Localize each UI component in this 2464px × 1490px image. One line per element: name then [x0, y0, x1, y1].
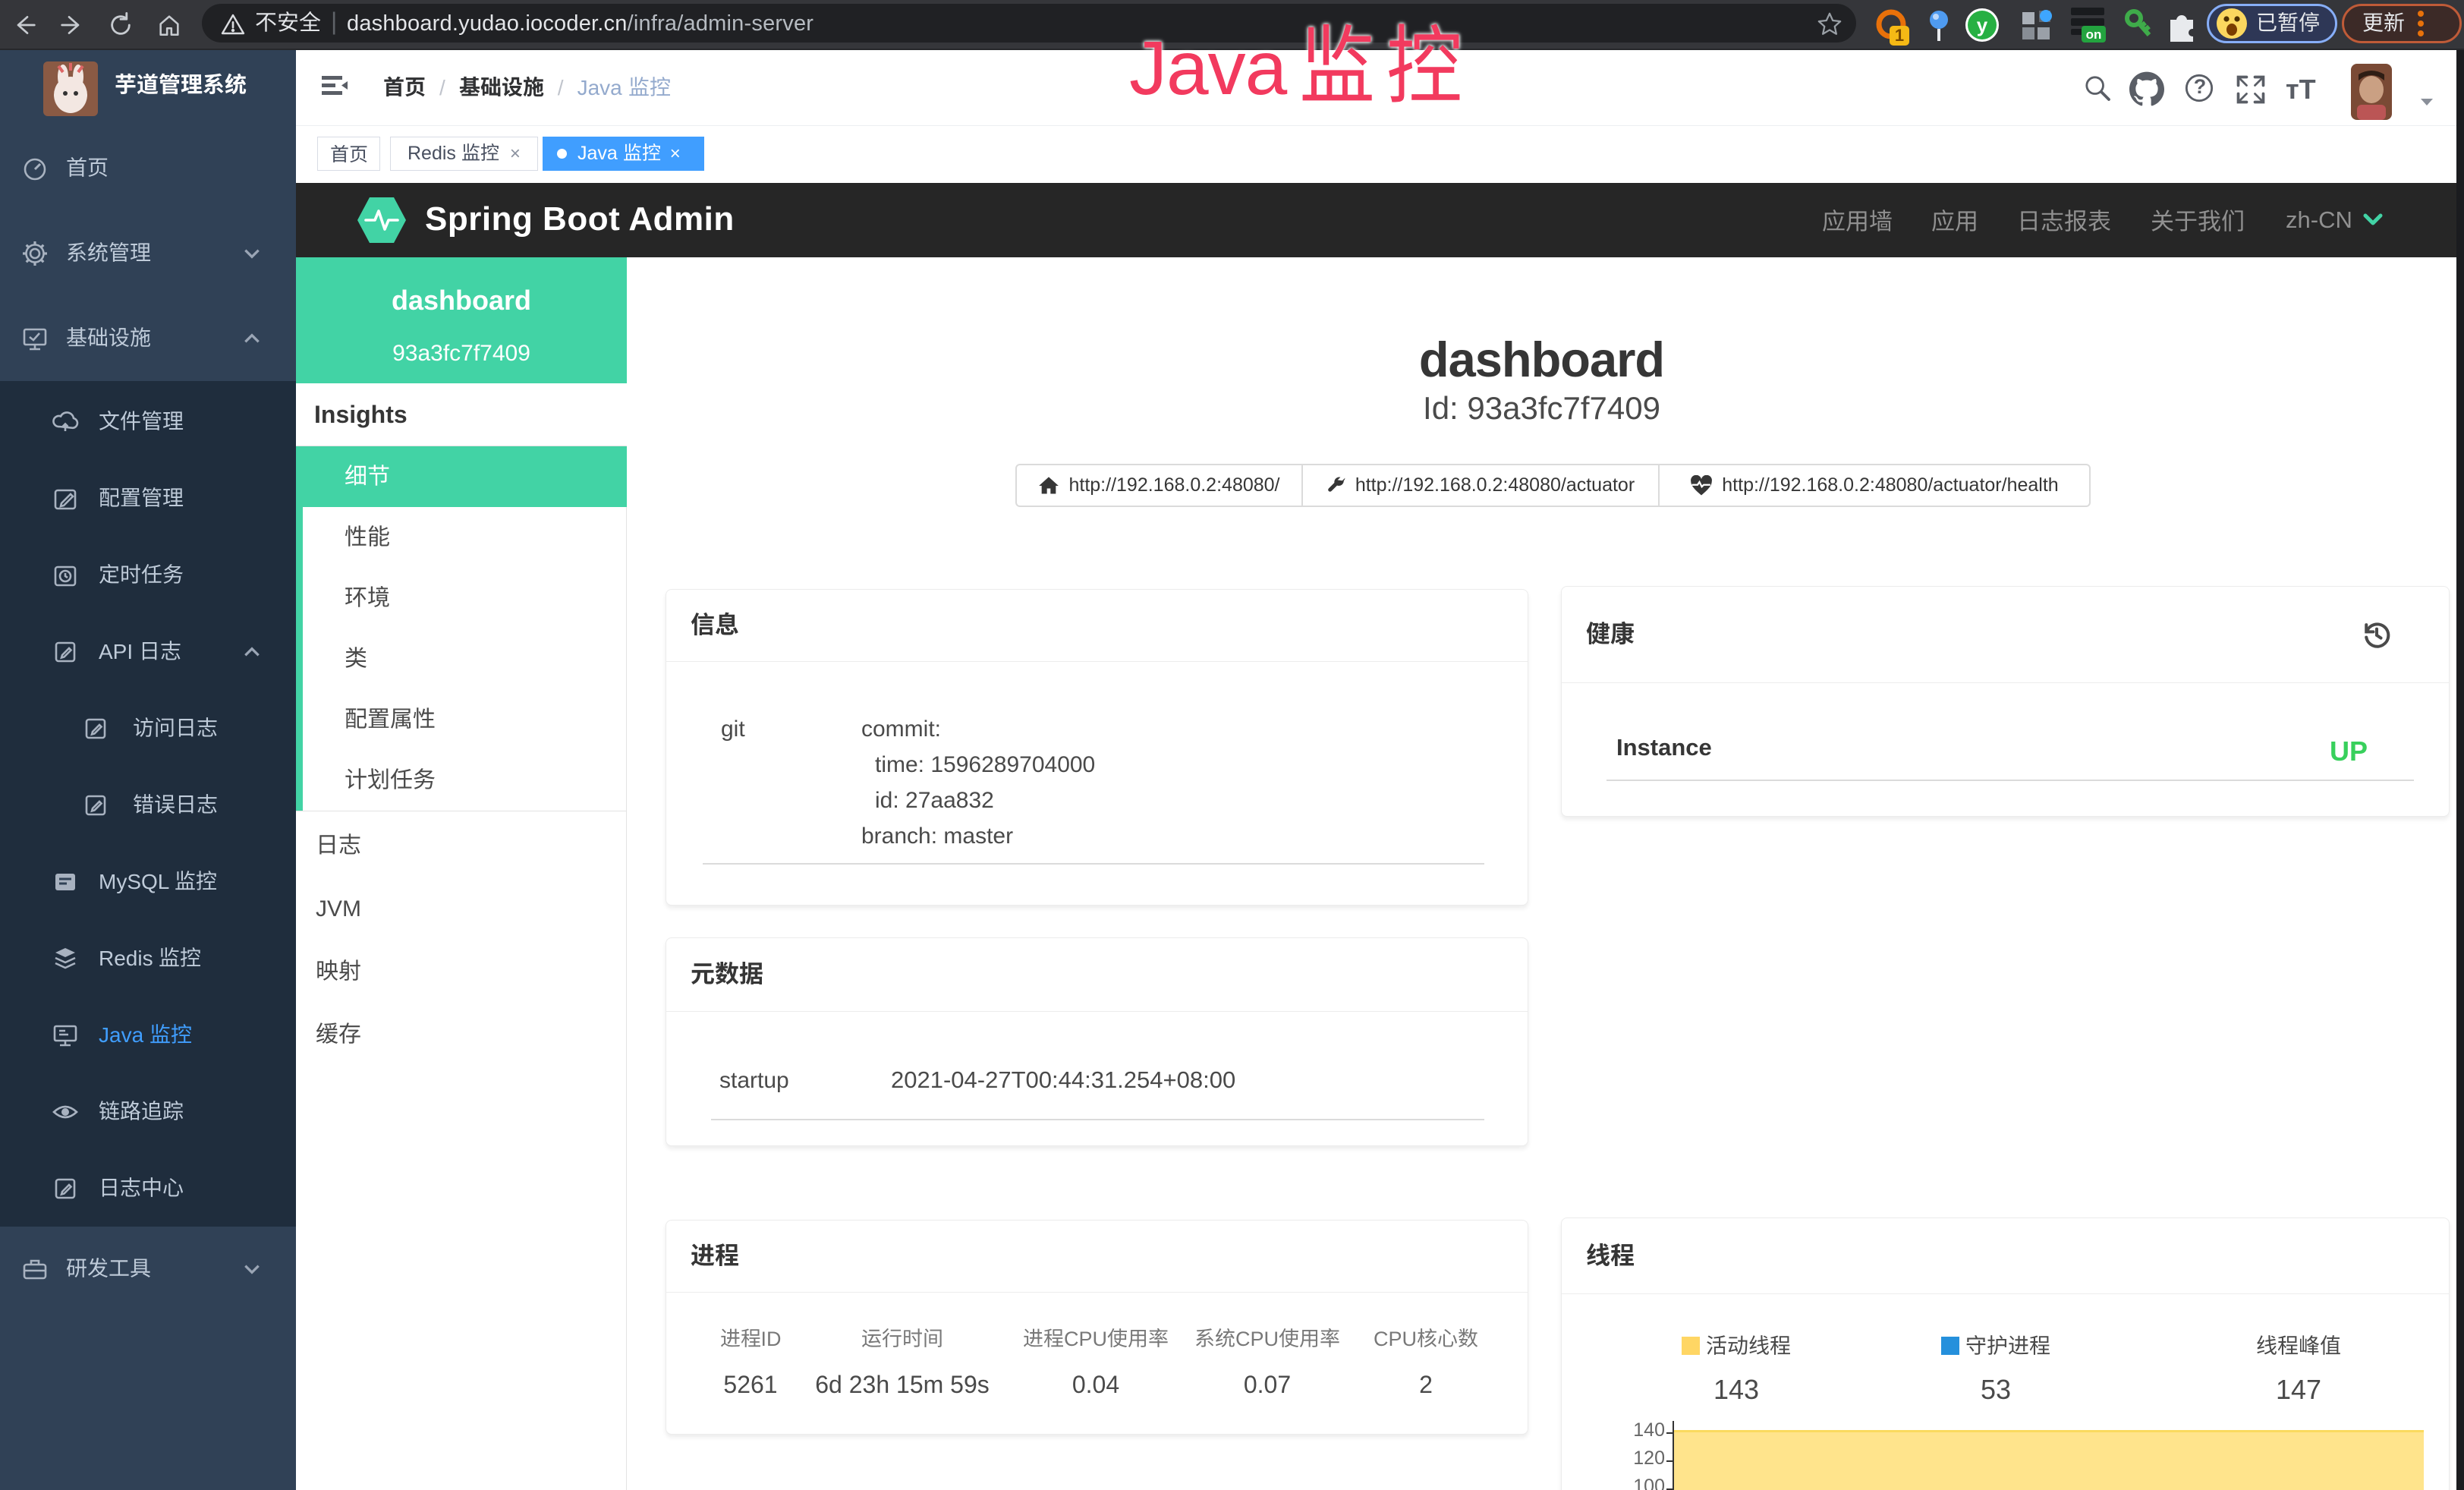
- svg-text:1: 1: [1895, 26, 1904, 45]
- svg-text:on: on: [2086, 27, 2102, 42]
- svg-text:y: y: [1977, 14, 1988, 36]
